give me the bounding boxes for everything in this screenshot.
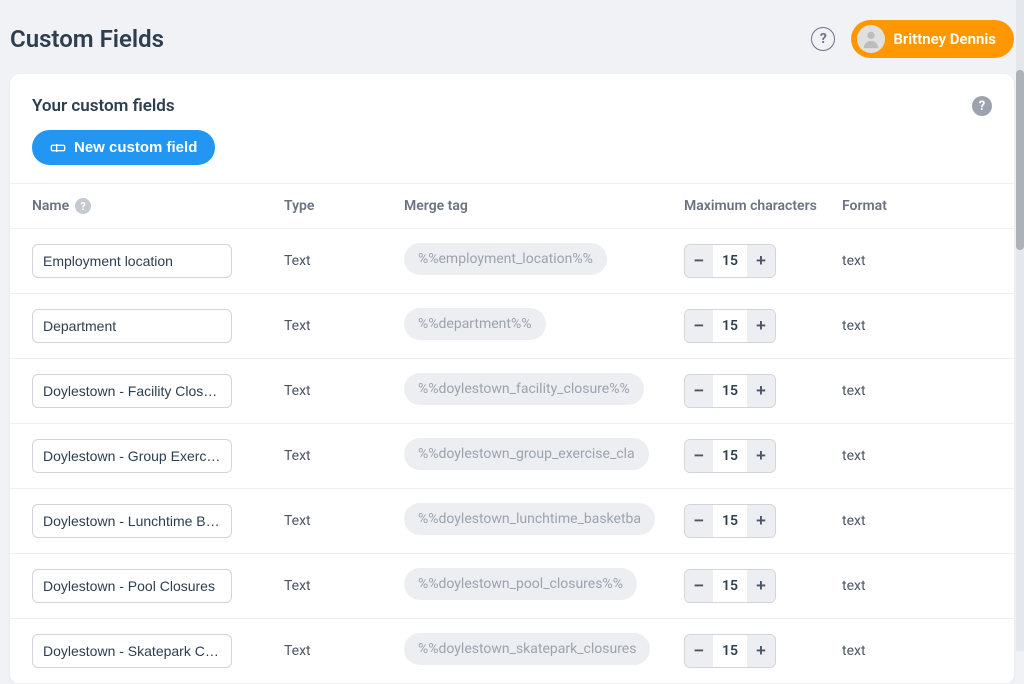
field-type: Text	[284, 513, 311, 529]
table-row: Text %%doylestown_group_exercise_cla − 1…	[10, 424, 1014, 489]
merge-tag[interactable]: %%doylestown_skatepark_closures	[404, 633, 650, 665]
max-chars-stepper: − 15 +	[684, 439, 776, 473]
stepper-value: 15	[713, 578, 747, 594]
merge-tag[interactable]: %%doylestown_pool_closures%%	[404, 568, 637, 600]
increment-button[interactable]: +	[747, 635, 775, 667]
help-icon[interactable]: ?	[811, 27, 835, 51]
table-row: Text %%employment_location%% − 15 + text	[10, 229, 1014, 294]
decrement-button[interactable]: −	[685, 245, 713, 277]
input-field-icon	[50, 140, 66, 156]
max-chars-stepper: − 15 +	[684, 309, 776, 343]
increment-button[interactable]: +	[747, 570, 775, 602]
col-format-label: Format	[842, 198, 992, 214]
stepper-value: 15	[713, 318, 747, 334]
name-help-icon[interactable]: ?	[75, 198, 91, 214]
field-type: Text	[284, 318, 311, 334]
merge-tag[interactable]: %%department%%	[404, 308, 546, 340]
stepper-value: 15	[713, 253, 747, 269]
max-chars-stepper: − 15 +	[684, 504, 776, 538]
format-text: text	[842, 513, 866, 529]
merge-tag[interactable]: %%doylestown_facility_closure%%	[404, 373, 644, 405]
format-text: text	[842, 643, 866, 659]
header-right: ? Brittney Dennis	[811, 20, 1014, 58]
custom-fields-card: Your custom fields New custom field ? Na…	[10, 74, 1014, 684]
page-title: Custom Fields	[10, 25, 164, 53]
max-chars-stepper: − 15 +	[684, 244, 776, 278]
field-name-input[interactable]	[32, 569, 232, 603]
field-name-input[interactable]	[32, 244, 232, 278]
user-badge[interactable]: Brittney Dennis	[851, 20, 1014, 58]
table-header: Name ? Type Merge tag Maximum characters…	[10, 183, 1014, 229]
increment-button[interactable]: +	[747, 310, 775, 342]
field-type: Text	[284, 448, 311, 464]
decrement-button[interactable]: −	[685, 635, 713, 667]
field-name-input[interactable]	[32, 374, 232, 408]
avatar	[857, 25, 885, 53]
card-help-icon[interactable]: ?	[972, 96, 992, 116]
merge-tag[interactable]: %%doylestown_group_exercise_cla	[404, 438, 649, 470]
decrement-button[interactable]: −	[685, 375, 713, 407]
field-type: Text	[284, 383, 311, 399]
max-chars-stepper: − 15 +	[684, 634, 776, 668]
decrement-button[interactable]: −	[685, 310, 713, 342]
format-text: text	[842, 448, 866, 464]
table-row: Text %%doylestown_lunchtime_basketba − 1…	[10, 489, 1014, 554]
field-type: Text	[284, 643, 311, 659]
field-type: Text	[284, 253, 311, 269]
user-name-label: Brittney Dennis	[893, 30, 996, 48]
col-type-label: Type	[284, 198, 404, 214]
format-text: text	[842, 253, 866, 269]
increment-button[interactable]: +	[747, 375, 775, 407]
scrollbar-thumb[interactable]	[1016, 70, 1024, 250]
new-button-label: New custom field	[74, 139, 197, 156]
card-header: Your custom fields New custom field ?	[10, 74, 1014, 183]
table-row: Text %%doylestown_skatepark_closures − 1…	[10, 619, 1014, 684]
increment-button[interactable]: +	[747, 245, 775, 277]
col-max-label: Maximum characters	[684, 198, 842, 214]
increment-button[interactable]: +	[747, 505, 775, 537]
field-type: Text	[284, 578, 311, 594]
merge-tag[interactable]: %%doylestown_lunchtime_basketba	[404, 503, 655, 535]
decrement-button[interactable]: −	[685, 440, 713, 472]
decrement-button[interactable]: −	[685, 570, 713, 602]
field-name-input[interactable]	[32, 439, 232, 473]
format-text: text	[842, 383, 866, 399]
field-name-input[interactable]	[32, 309, 232, 343]
table-row: Text %%doylestown_pool_closures%% − 15 +…	[10, 554, 1014, 619]
stepper-value: 15	[713, 383, 747, 399]
col-merge-label: Merge tag	[404, 198, 684, 214]
stepper-value: 15	[713, 513, 747, 529]
max-chars-stepper: − 15 +	[684, 374, 776, 408]
scrollbar[interactable]	[1016, 0, 1024, 651]
increment-button[interactable]: +	[747, 440, 775, 472]
field-name-input[interactable]	[32, 504, 232, 538]
stepper-value: 15	[713, 643, 747, 659]
new-custom-field-button[interactable]: New custom field	[32, 130, 215, 165]
format-text: text	[842, 318, 866, 334]
col-name-label: Name	[32, 198, 69, 214]
page-header: Custom Fields ? Brittney Dennis	[0, 0, 1024, 74]
card-title: Your custom fields	[32, 96, 215, 116]
table-body: Text %%employment_location%% − 15 + text…	[10, 229, 1014, 684]
format-text: text	[842, 578, 866, 594]
table-row: Text %%department%% − 15 + text	[10, 294, 1014, 359]
field-name-input[interactable]	[32, 634, 232, 668]
merge-tag[interactable]: %%employment_location%%	[404, 243, 607, 275]
max-chars-stepper: − 15 +	[684, 569, 776, 603]
stepper-value: 15	[713, 448, 747, 464]
decrement-button[interactable]: −	[685, 505, 713, 537]
table-row: Text %%doylestown_facility_closure%% − 1…	[10, 359, 1014, 424]
